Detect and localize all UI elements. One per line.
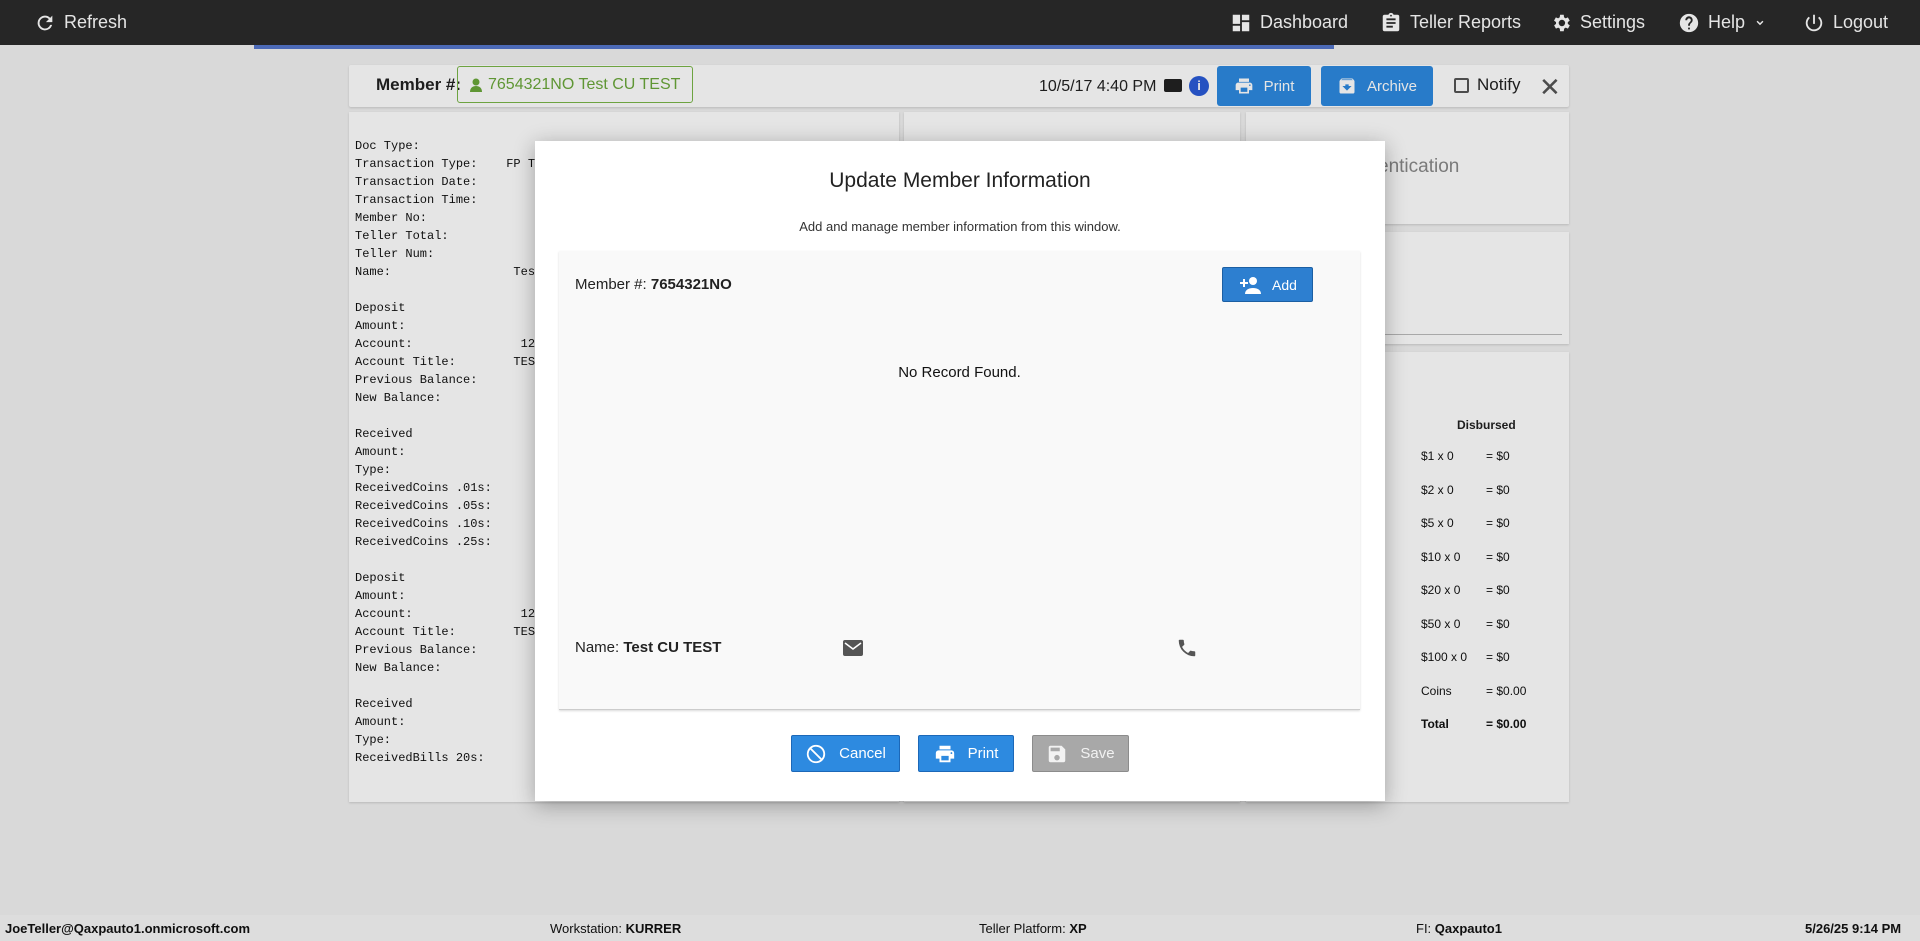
no-record-message: No Record Found. [898,364,1021,381]
modal-member-label: Member #: [575,276,651,293]
email-icon[interactable] [843,640,863,656]
add-user-icon [1240,276,1262,294]
save-icon [1049,745,1066,762]
modal-print-label: Print [967,745,999,762]
save-button-label: Save [1080,745,1115,762]
update-member-modal: Update Member Information Add and manage… [535,141,1385,801]
modal-subtitle: Add and manage member information from t… [799,219,1121,234]
member-name-label: Name: [575,639,624,656]
phone-icon[interactable] [1176,637,1198,659]
modal-member-number: Member #: 7654321NO [575,276,732,293]
save-button[interactable]: Save [1032,735,1129,772]
add-member-label: Add [1272,276,1297,293]
modal-print-button[interactable]: Print [918,735,1014,772]
modal-title: Update Member Information [829,169,1091,192]
member-name: Name: Test CU TEST [575,639,721,656]
printer-icon [935,745,954,762]
modal-member-value: 7654321NO [650,276,732,293]
cancel-icon [806,744,826,763]
cancel-button[interactable]: Cancel [791,735,900,772]
cancel-button-label: Cancel [839,745,886,762]
member-name-value: Test CU TEST [623,639,722,656]
add-member-button[interactable]: Add [1222,267,1313,302]
member-info-card: Member #: 7654321NO Add No Record Found.… [559,251,1360,710]
